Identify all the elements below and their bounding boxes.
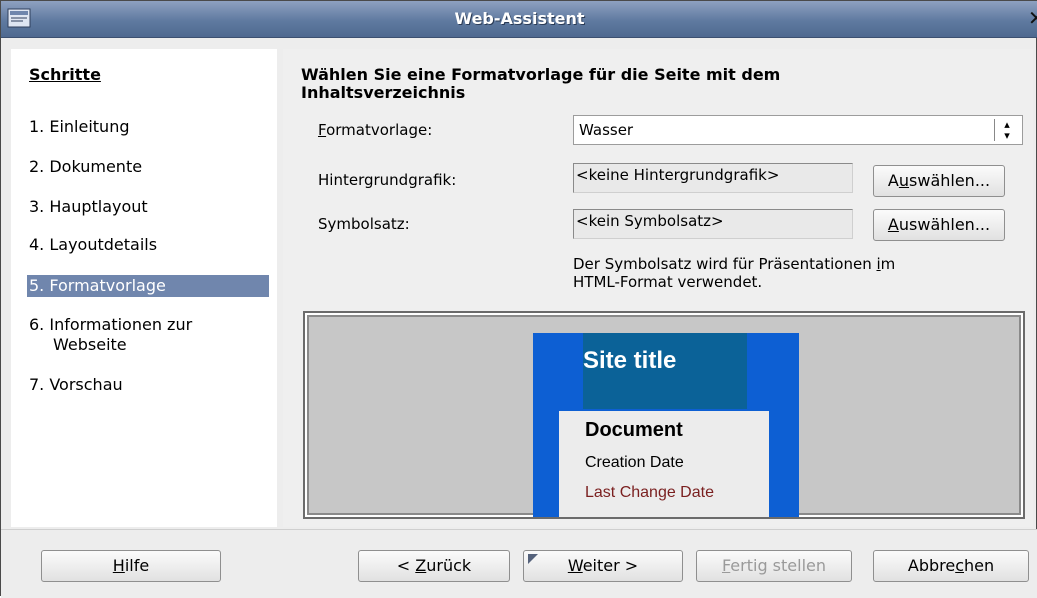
note-line1-pre: Der Symbolsatz wird für Präsentationen xyxy=(573,255,877,273)
step-hauptlayout[interactable]: 3. Hauptlayout xyxy=(29,197,148,217)
next-button-rest: eiter > xyxy=(582,556,639,575)
back-button[interactable]: < Zurück xyxy=(358,550,510,582)
title-bar[interactable]: Web-Assistent ✕ xyxy=(1,1,1037,38)
preview-creation-date: Creation Date xyxy=(585,454,684,471)
back-button-mnemonic: Z xyxy=(415,556,427,575)
background-select-button[interactable]: Auswählen... xyxy=(873,165,1005,197)
cancel-button-post: hen xyxy=(964,556,995,575)
cancel-button[interactable]: Abbrechen xyxy=(873,550,1029,582)
step-vorschau[interactable]: 7. Vorschau xyxy=(29,375,123,395)
cancel-button-pre: Abbre xyxy=(907,556,956,575)
iconset-button-post: uswählen... xyxy=(898,215,991,234)
iconset-select-button[interactable]: Auswählen... xyxy=(873,209,1005,241)
finish-button[interactable]: Fertig stellen xyxy=(696,550,852,582)
preview-document-title: Document xyxy=(585,419,683,441)
background-field-value: <keine Hintergrundgrafik> xyxy=(576,166,780,184)
step-einleitung[interactable]: 1. Einleitung xyxy=(29,117,130,137)
background-label: Hintergrundgrafik: xyxy=(318,171,457,189)
style-label-text: ormatvorlage: xyxy=(326,121,433,139)
preview-last-change-date: Last Change Date xyxy=(585,484,714,501)
page-heading-line2: Inhaltsverzeichnis xyxy=(301,83,466,102)
back-button-rest: urück xyxy=(426,556,472,575)
step-dokumente[interactable]: 2. Dokumente xyxy=(29,157,142,177)
finish-button-rest: ertig stellen xyxy=(730,556,827,575)
step-layoutdetails[interactable]: 4. Layoutdetails xyxy=(29,235,157,255)
background-button-pre: A xyxy=(887,171,899,190)
preview-site-title: Site title xyxy=(583,347,677,374)
step-informationen-line1: 6. Informationen zur xyxy=(29,315,193,334)
dialog-window: Web-Assistent ✕ Schritte 1. Einleitung 2… xyxy=(0,0,1037,598)
note-line1-post: m xyxy=(880,255,896,273)
back-button-pre: < xyxy=(396,556,416,575)
style-dropdown-value: Wasser xyxy=(579,121,634,139)
spin-arrows-icon[interactable]: ▴ ▾ xyxy=(994,119,1019,141)
iconset-note: Der Symbolsatz wird für Präsentationen i… xyxy=(573,255,1013,291)
close-icon[interactable]: ✕ xyxy=(1028,7,1037,29)
iconset-note-line1: Der Symbolsatz wird für Präsentationen i… xyxy=(573,255,1013,273)
page-heading: Wählen Sie eine Formatvorlage für die Se… xyxy=(301,66,921,102)
background-button-mnemonic: u xyxy=(898,171,910,190)
page-heading-line1: Wählen Sie eine Formatvorlage für die Se… xyxy=(301,65,781,84)
focus-corner-icon xyxy=(528,554,538,564)
iconset-field: <kein Symbolsatz> xyxy=(573,209,853,239)
step-informationen-line2: Webseite xyxy=(53,335,127,354)
help-button-rest: ilfe xyxy=(124,556,150,575)
cancel-button-mnemonic: c xyxy=(955,556,964,575)
step-formatvorlage[interactable]: 5. Formatvorlage xyxy=(27,275,269,297)
style-dropdown[interactable]: Wasser ▴ ▾ xyxy=(573,115,1023,145)
iconset-field-value: <kein Symbolsatz> xyxy=(576,212,724,230)
background-button-post: swählen... xyxy=(909,171,991,190)
style-label: Formatvorlage: xyxy=(318,121,432,139)
preview-page: Site title Document Creation Date Last C… xyxy=(533,333,799,517)
next-button-mnemonic: W xyxy=(567,556,583,575)
steps-sidebar: Schritte 1. Einleitung 2. Dokumente 3. H… xyxy=(11,49,277,527)
background-field: <keine Hintergrundgrafik> xyxy=(573,163,853,193)
button-bar: Hilfe < Zurück Weiter > Fertig stellen A… xyxy=(1,529,1037,598)
iconset-button-mnemonic: A xyxy=(887,215,899,234)
step-informationen[interactable]: 6. Informationen zur Webseite xyxy=(29,315,192,355)
style-preview: Site title Document Creation Date Last C… xyxy=(303,311,1025,519)
preview-document-box: Document Creation Date Last Change Date xyxy=(559,411,769,517)
style-label-mnemonic: F xyxy=(318,121,327,139)
window-title: Web-Assistent xyxy=(454,9,585,28)
help-button-mnemonic: H xyxy=(112,556,125,575)
next-button[interactable]: Weiter > xyxy=(523,550,683,582)
help-button[interactable]: Hilfe xyxy=(41,550,221,582)
iconset-label: Symbolsatz: xyxy=(318,215,410,233)
main-panel: Wählen Sie eine Formatvorlage für die Se… xyxy=(283,49,1033,527)
iconset-note-line2: HTML-Format verwendet. xyxy=(573,273,763,291)
steps-header: Schritte xyxy=(29,65,101,84)
